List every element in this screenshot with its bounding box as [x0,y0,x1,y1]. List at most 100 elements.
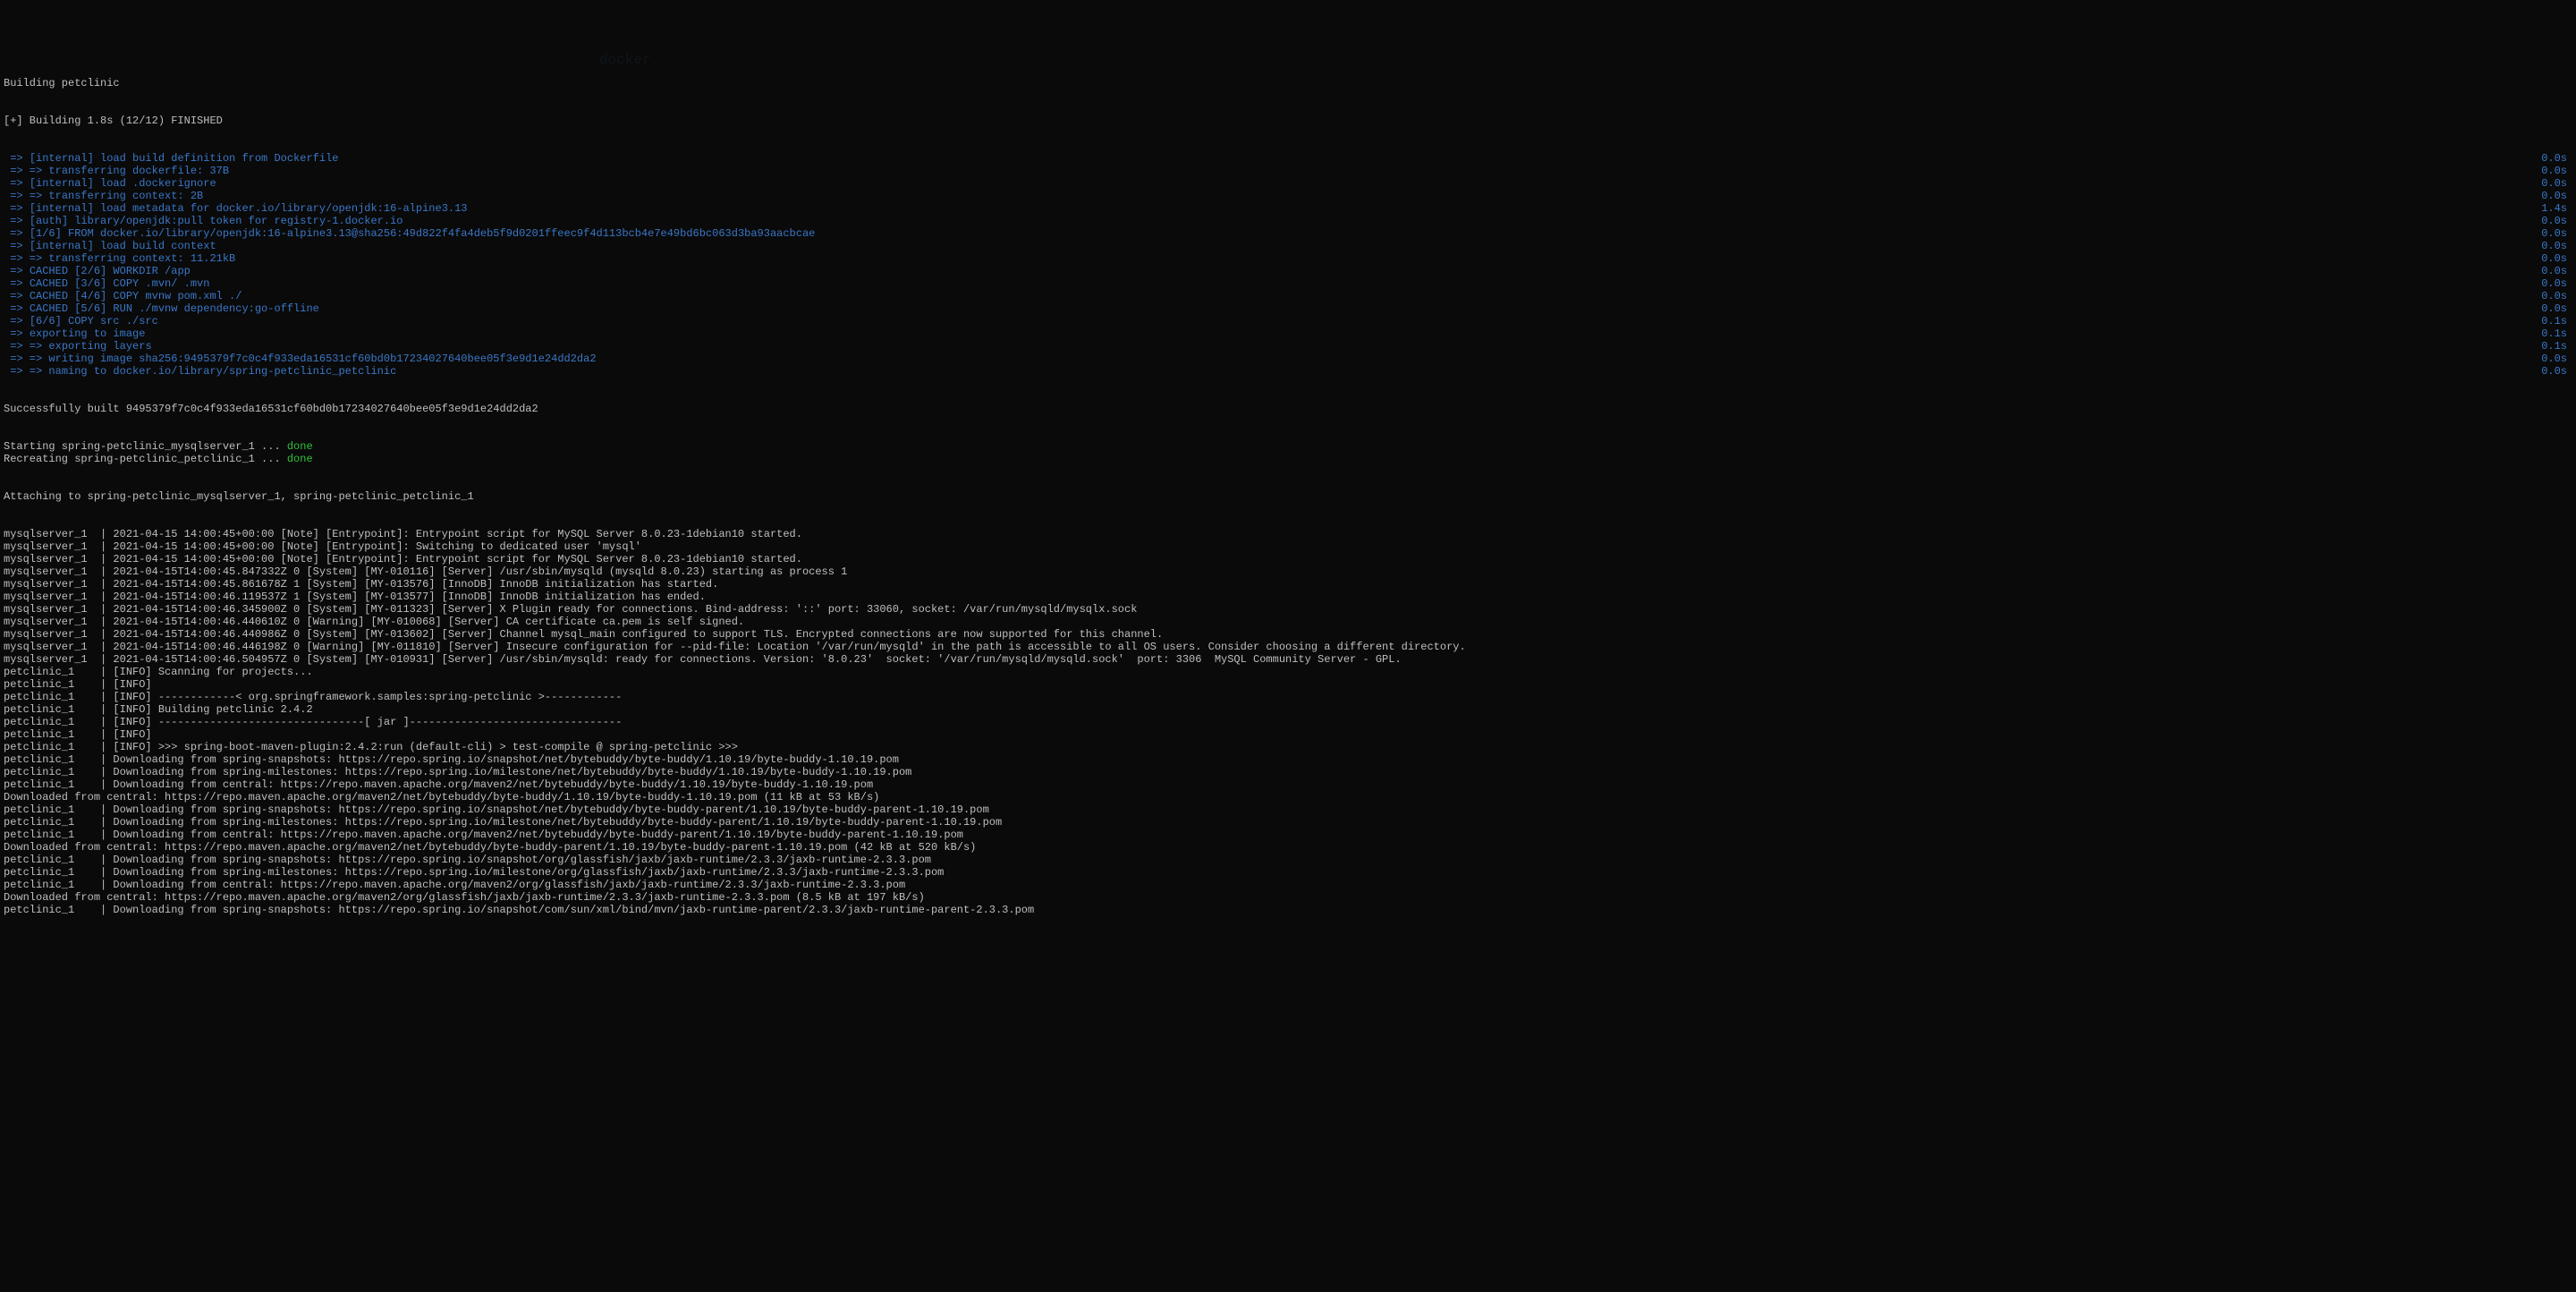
step-time: 1.4s [2541,202,2572,215]
start-prefix: Starting spring-petclinic_mysqlserver_1 … [4,440,287,453]
log-line: mysqlserver_1 | 2021-04-15 14:00:45+00:0… [4,528,2572,540]
build-step-line: => => exporting layers 0.1s [4,340,2572,353]
step-time: 0.0s [2541,177,2572,190]
step-arrow: => [4,215,30,227]
build-step-line: => CACHED [3/6] COPY .mvn/ .mvn0.0s [4,277,2572,290]
step-arrow: => [4,240,30,252]
step-time: 0.0s [2541,252,2572,265]
build-step-line: => [internal] load build context0.0s [4,240,2572,252]
log-line: mysqlserver_1 | 2021-04-15T14:00:45.8616… [4,578,2572,591]
log-line: Downloaded from central: https://repo.ma… [4,891,2572,904]
log-line: mysqlserver_1 | 2021-04-15T14:00:46.4406… [4,616,2572,628]
build-success: Successfully built 9495379f7c0c4f933eda1… [4,403,2572,415]
step-text: [internal] load .dockerignore [30,177,216,190]
build-step-line: => CACHED [2/6] WORKDIR /app0.0s [4,265,2572,277]
log-line: petclinic_1 | [INFO] Scanning for projec… [4,666,2572,678]
log-line: Downloaded from central: https://repo.ma… [4,791,2572,803]
step-text: CACHED [3/6] COPY .mvn/ .mvn [30,277,210,290]
step-arrow: => => [4,340,48,353]
attach-line: Attaching to spring-petclinic_mysqlserve… [4,490,2572,503]
log-line: petclinic_1 | Downloading from spring-sn… [4,854,2572,866]
step-time: 0.0s [2541,353,2572,365]
step-time: 0.0s [2541,265,2572,277]
build-step-line: => [internal] load build definition from… [4,152,2572,165]
step-text: [1/6] FROM docker.io/library/openjdk:16-… [30,227,816,240]
log-line: petclinic_1 | Downloading from spring-mi… [4,866,2572,879]
done-label: done [287,453,313,465]
log-line: mysqlserver_1 | 2021-04-15 14:00:45+00:0… [4,540,2572,553]
step-arrow: => => [4,252,48,265]
log-line: petclinic_1 | Downloading from central: … [4,778,2572,791]
build-step-line: => CACHED [5/6] RUN ./mvnw dependency:go… [4,302,2572,315]
step-text: CACHED [5/6] RUN ./mvnw dependency:go-of… [30,302,319,315]
build-step-line: => CACHED [4/6] COPY mvnw pom.xml ./ 0.0s [4,290,2572,302]
step-time: 0.0s [2541,190,2572,202]
step-arrow: => [4,315,30,327]
step-arrow: => => [4,190,48,202]
compose-start-line: Starting spring-petclinic_mysqlserver_1 … [4,440,2572,453]
done-label: done [287,440,313,453]
log-line: petclinic_1 | [INFO] ------------< org.s… [4,691,2572,703]
build-step-line: => [internal] load .dockerignore 0.0s [4,177,2572,190]
step-text: CACHED [2/6] WORKDIR /app [30,265,191,277]
container-logs: mysqlserver_1 | 2021-04-15 14:00:45+00:0… [4,528,2572,916]
log-line: petclinic_1 | Downloading from central: … [4,879,2572,891]
step-time: 0.0s [2541,290,2572,302]
build-steps: => [internal] load build definition from… [4,152,2572,378]
log-line: mysqlserver_1 | 2021-04-15T14:00:46.5049… [4,653,2572,666]
start-prefix: Recreating spring-petclinic_petclinic_1 … [4,453,287,465]
step-text: [6/6] COPY src ./src [30,315,158,327]
log-line: petclinic_1 | [INFO] [4,728,2572,741]
step-arrow: => => [4,165,48,177]
log-line: petclinic_1 | [INFO] >>> spring-boot-mav… [4,741,2572,753]
log-line: mysqlserver_1 | 2021-04-15T14:00:46.3459… [4,603,2572,616]
step-text: writing image sha256:9495379f7c0c4f933ed… [48,353,596,365]
step-text: transferring context: 11.21kB [48,252,235,265]
log-line: mysqlserver_1 | 2021-04-15 14:00:45+00:0… [4,553,2572,565]
log-line: mysqlserver_1 | 2021-04-15T14:00:46.4461… [4,641,2572,653]
step-arrow: => [4,152,30,165]
step-text: [internal] load build definition from Do… [30,152,339,165]
log-line: mysqlserver_1 | 2021-04-15T14:00:46.1195… [4,591,2572,603]
terminal-output[interactable]: Building petclinic [+] Building 1.8s (12… [4,52,2572,929]
build-step-line: => => transferring context: 11.21kB 0.0s [4,252,2572,265]
step-arrow: => [4,177,30,190]
build-header-status: [+] Building 1.8s (12/12) FINISHED [4,115,2572,127]
step-arrow: => [4,290,30,302]
step-time: 0.0s [2541,365,2572,378]
step-arrow: => [4,327,30,340]
build-step-line: => => writing image sha256:9495379f7c0c4… [4,353,2572,365]
log-line: Downloaded from central: https://repo.ma… [4,841,2572,854]
step-time: 0.0s [2541,302,2572,315]
step-arrow: => => [4,353,48,365]
build-step-line: => exporting to image 0.1s [4,327,2572,340]
step-text: exporting to image [30,327,146,340]
step-text: CACHED [4/6] COPY mvnw pom.xml ./ [30,290,242,302]
step-time: 0.0s [2541,215,2572,227]
log-line: petclinic_1 | [INFO] Building petclinic … [4,703,2572,716]
log-line: petclinic_1 | Downloading from spring-mi… [4,816,2572,829]
step-arrow: => [4,277,30,290]
step-arrow: => => [4,365,48,378]
log-line: petclinic_1 | Downloading from spring-mi… [4,766,2572,778]
step-time: 0.1s [2541,315,2572,327]
step-time: 0.0s [2541,165,2572,177]
compose-start-line: Recreating spring-petclinic_petclinic_1 … [4,453,2572,465]
build-step-line: => => naming to docker.io/library/spring… [4,365,2572,378]
step-text: naming to docker.io/library/spring-petcl… [48,365,396,378]
build-header: Building petclinic [4,77,2572,89]
log-line: mysqlserver_1 | 2021-04-15T14:00:46.4409… [4,628,2572,641]
build-step-line: => [auth] library/openjdk:pull token for… [4,215,2572,227]
step-time: 0.1s [2541,327,2572,340]
step-text: exporting layers [48,340,151,353]
step-time: 0.0s [2541,240,2572,252]
step-text: transferring dockerfile: 37B [48,165,229,177]
log-line: petclinic_1 | Downloading from spring-sn… [4,904,2572,916]
step-time: 0.0s [2541,227,2572,240]
step-time: 0.0s [2541,152,2572,165]
step-time: 0.1s [2541,340,2572,353]
build-step-line: => [1/6] FROM docker.io/library/openjdk:… [4,227,2572,240]
log-line: petclinic_1 | [INFO] -------------------… [4,716,2572,728]
log-line: petclinic_1 | [INFO] [4,678,2572,691]
log-line: petclinic_1 | Downloading from spring-sn… [4,803,2572,816]
